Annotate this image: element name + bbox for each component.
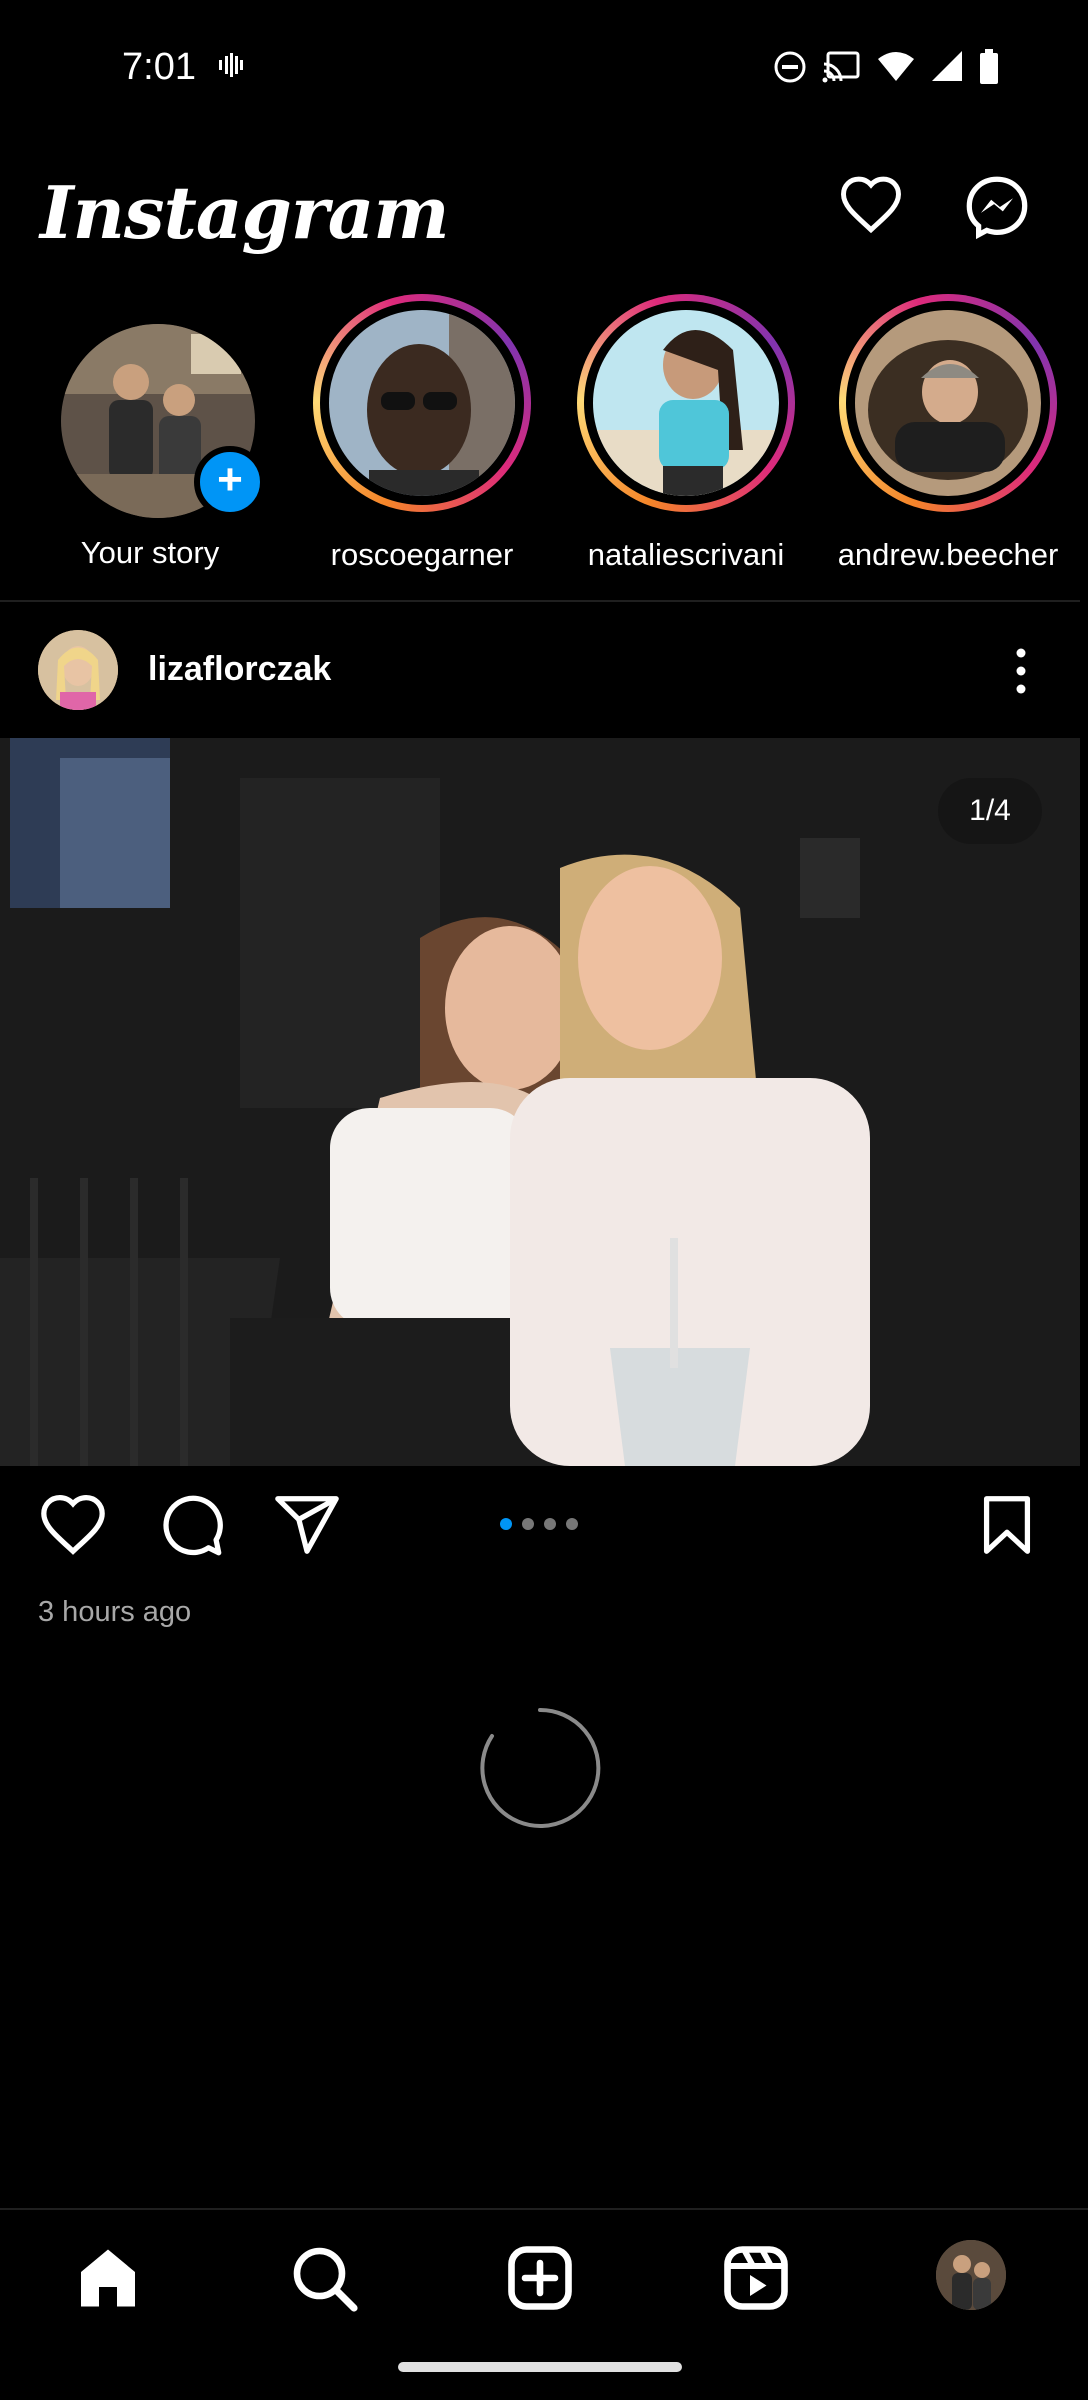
instagram-logo[interactable]: Instagram xyxy=(40,170,450,255)
story-label: nataliescrivani xyxy=(587,537,785,572)
story-label: andrew.beecher xyxy=(837,537,1059,572)
story-avatar xyxy=(329,310,515,496)
add-story-button[interactable]: + xyxy=(194,446,266,518)
app-header: Instagram xyxy=(0,150,1088,270)
post-timestamp: 3 hours ago xyxy=(38,1596,192,1628)
search-icon[interactable] xyxy=(288,2242,360,2314)
loading-spinner-icon xyxy=(480,1707,601,1828)
carousel-counter: 1/4 xyxy=(938,778,1042,844)
status-icons xyxy=(772,48,1000,86)
story-ring xyxy=(313,294,531,512)
post-username[interactable]: lizaflorczak xyxy=(148,650,331,689)
comment-icon[interactable] xyxy=(156,1490,226,1560)
story-label: Your story xyxy=(80,535,220,570)
share-icon[interactable] xyxy=(272,1490,342,1560)
heart-icon[interactable] xyxy=(838,172,904,238)
stories-tray: + Your story roscoegarner nataliescrivan… xyxy=(0,290,1088,590)
story-label: roscoegarner xyxy=(330,537,514,572)
carousel-indicator xyxy=(500,1518,578,1530)
post-header: lizaflorczak xyxy=(0,620,1088,720)
messenger-icon[interactable] xyxy=(962,172,1032,242)
more-options-icon[interactable] xyxy=(1006,644,1036,698)
carousel-dot xyxy=(544,1518,556,1530)
dnd-icon xyxy=(774,51,806,83)
signal-icon xyxy=(932,51,962,81)
battery-icon xyxy=(980,49,998,84)
story-ring xyxy=(839,294,1057,512)
reels-icon[interactable] xyxy=(720,2242,792,2314)
cast-icon xyxy=(822,51,860,83)
create-icon[interactable] xyxy=(504,2242,576,2314)
post-author-avatar[interactable] xyxy=(38,630,118,710)
instagram-feed-screen: 7:01 Instagram + Your story roscoegarner… xyxy=(0,0,1088,2400)
story-avatar xyxy=(855,310,1041,496)
bottom-navigation xyxy=(0,2208,1088,2330)
carousel-dot xyxy=(500,1518,512,1530)
gesture-home-indicator[interactable] xyxy=(398,2362,682,2372)
divider xyxy=(0,600,1080,602)
story-avatar xyxy=(593,310,779,496)
status-bar: 7:01 xyxy=(0,0,1088,130)
home-icon[interactable] xyxy=(72,2242,144,2314)
wifi-icon xyxy=(878,52,914,81)
vibrate-icon xyxy=(219,53,243,77)
bookmark-icon[interactable] xyxy=(972,1490,1042,1560)
profile-avatar[interactable] xyxy=(936,2240,1006,2310)
post-photo[interactable]: 1/4 xyxy=(0,738,1080,1466)
carousel-dot xyxy=(566,1518,578,1530)
like-heart-icon[interactable] xyxy=(38,1490,108,1560)
status-time: 7:01 xyxy=(122,46,196,88)
post-actions xyxy=(0,1490,1088,1570)
story-ring xyxy=(577,294,795,512)
carousel-dot xyxy=(522,1518,534,1530)
